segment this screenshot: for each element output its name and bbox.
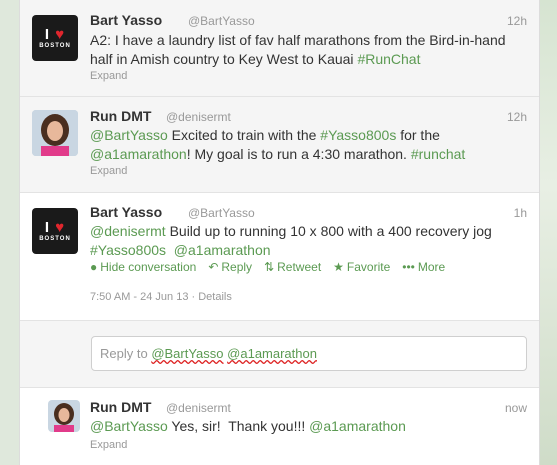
tweet-text: @denisermt Build up to running 10 x 800 … <box>90 223 492 258</box>
hashtag-link[interactable]: #Yasso800s <box>320 127 396 143</box>
tweet-meta: 7:50 AM - 24 Jun 13 · Details <box>90 291 232 303</box>
mention-link[interactable]: @a1amarathon <box>90 146 187 162</box>
mention-link[interactable]: @denisermt <box>90 223 166 239</box>
mention-link: @a1amarathon <box>227 346 317 361</box>
tweet-time[interactable]: 12h <box>507 14 527 28</box>
reply-arrow-icon: ↶ <box>208 260 219 274</box>
reply-button[interactable]: ↶ Reply <box>208 260 252 274</box>
mention-link[interactable]: @a1amarathon <box>309 418 406 434</box>
author-handle[interactable]: @BartYasso <box>188 14 255 28</box>
tweet-4-reply[interactable]: Run DMT @denisermt now @BartYasso Yes, s… <box>20 388 539 465</box>
expand-link[interactable]: Expand <box>90 165 127 177</box>
author-handle[interactable]: @denisermt <box>166 401 231 415</box>
author-handle[interactable]: @denisermt <box>166 110 231 124</box>
avatar-run-dmt[interactable] <box>32 110 78 156</box>
hashtag-link[interactable]: #RunChat <box>357 51 420 67</box>
mention-link[interactable]: @BartYasso <box>90 127 168 143</box>
tweet-text: @BartYasso Yes, sir! Thank you!!! @a1ama… <box>90 418 406 434</box>
avatar-bart-yasso[interactable]: I ♥ BOSTON <box>32 208 78 254</box>
author-name[interactable]: Bart Yasso <box>90 204 162 220</box>
hashtag-link[interactable]: #Yasso800s <box>90 242 166 258</box>
mention-link[interactable]: @BartYasso <box>90 418 168 434</box>
ellipsis-icon: ••• <box>402 260 415 274</box>
mention-link[interactable]: @a1amarathon <box>174 242 271 258</box>
profile-photo <box>32 110 78 156</box>
expand-link[interactable]: Expand <box>90 70 127 82</box>
tweet-stream: I ♥ BOSTON Bart Yasso @BartYasso 12h A2:… <box>19 0 540 465</box>
i-love-boston-logo: I ♥ <box>44 26 66 43</box>
tweet-time[interactable]: 1h <box>514 206 527 220</box>
avatar-bart-yasso[interactable]: I ♥ BOSTON <box>32 15 78 61</box>
hide-conversation-button[interactable]: ● Hide conversation <box>90 260 196 274</box>
profile-photo <box>48 400 80 432</box>
hashtag-link[interactable]: #runchat <box>411 146 465 162</box>
author-name[interactable]: Bart Yasso <box>90 12 162 28</box>
retweet-icon: ⇅ <box>264 260 275 274</box>
tweet-1[interactable]: I ♥ BOSTON Bart Yasso @BartYasso 12h A2:… <box>20 0 539 97</box>
reply-input[interactable]: Reply to @BartYasso @a1amarathon <box>91 336 527 371</box>
retweet-button[interactable]: ⇅ Retweet <box>264 260 321 274</box>
i-love-boston-logo: I ♥ <box>44 219 66 236</box>
tweet-text: A2: I have a laundry list of fav half ma… <box>90 32 506 67</box>
tweet-2[interactable]: Run DMT @denisermt 12h @BartYasso Excite… <box>20 97 539 193</box>
reply-area: Reply to @BartYasso @a1amarathon <box>20 321 539 388</box>
tweet-time[interactable]: 12h <box>507 110 527 124</box>
details-link[interactable]: Details <box>198 291 232 303</box>
expand-link[interactable]: Expand <box>90 439 127 451</box>
more-button[interactable]: ••• More <box>402 260 445 274</box>
tweet-time[interactable]: now <box>505 401 527 415</box>
tweet-3-expanded[interactable]: I ♥ BOSTON Bart Yasso @BartYasso 1h @den… <box>20 193 539 321</box>
author-handle[interactable]: @BartYasso <box>188 206 255 220</box>
author-name[interactable]: Run DMT <box>90 108 151 124</box>
tweet-actions: ● Hide conversation ↶ Reply ⇅ Retweet ★ Favo… <box>90 260 445 274</box>
mention-link: @BartYasso <box>151 346 224 361</box>
tweet-timestamp[interactable]: 7:50 AM - 24 Jun 13 <box>90 291 188 303</box>
speech-bubble-icon: ● <box>90 260 98 274</box>
tweet-text: @BartYasso Excited to train with the #Ya… <box>90 127 466 162</box>
favorite-button[interactable]: ★ Favorite <box>333 260 390 274</box>
avatar-run-dmt[interactable] <box>48 400 80 432</box>
author-name[interactable]: Run DMT <box>90 399 151 415</box>
star-icon: ★ <box>333 260 344 274</box>
